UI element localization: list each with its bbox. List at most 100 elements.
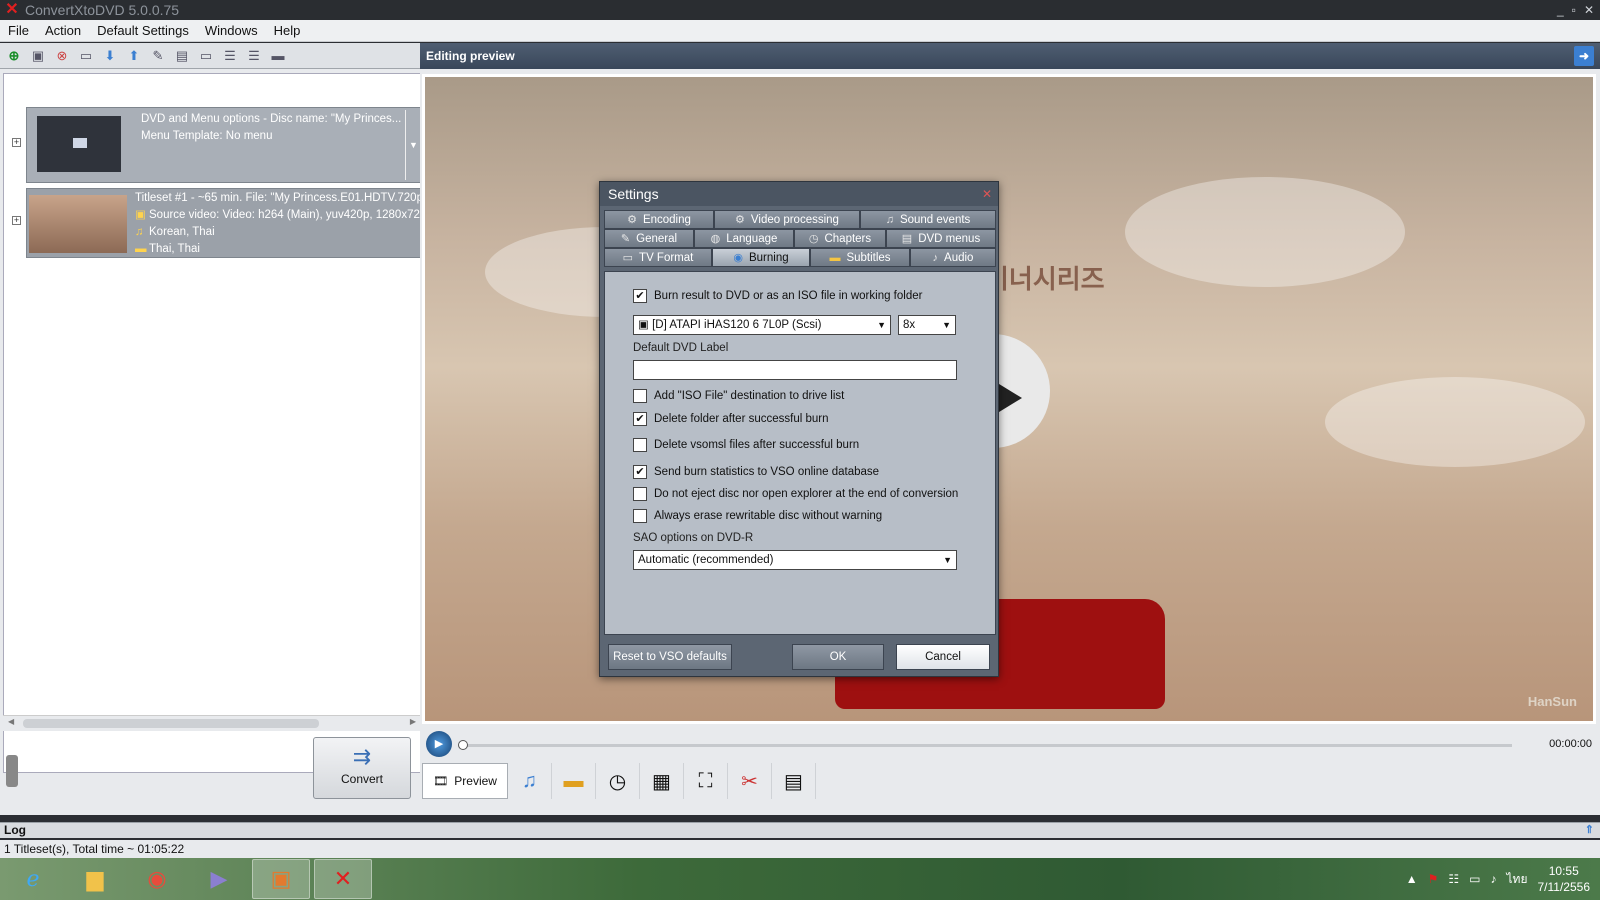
- delete-folder-option[interactable]: ✔ Delete folder after successful burn: [633, 412, 829, 426]
- stats-option[interactable]: ✔ Send burn statistics to VSO online dat…: [633, 465, 879, 479]
- scroll-left-icon[interactable]: ◀: [8, 717, 14, 726]
- close-icon[interactable]: ✕: [982, 182, 992, 206]
- add-icon[interactable]: ⊕: [4, 46, 24, 66]
- horizontal-scrollbar[interactable]: ◀ ▶: [3, 715, 421, 731]
- seek-track[interactable]: [462, 744, 1512, 747]
- delete-vso-checkbox[interactable]: [633, 438, 647, 452]
- tab-general[interactable]: ✎ General: [604, 229, 694, 248]
- tab-language[interactable]: ◍ Language: [694, 229, 794, 248]
- noeject-option[interactable]: Do not eject disc nor open explorer at t…: [633, 487, 958, 501]
- tab-tv-format[interactable]: ▭ TV Format: [604, 248, 712, 267]
- ie-icon[interactable]: ℯ: [4, 859, 62, 899]
- stats-checkbox[interactable]: ✔: [633, 465, 647, 479]
- close-button[interactable]: ✕: [1584, 0, 1594, 20]
- resize-icon[interactable]: ⛶: [684, 763, 728, 799]
- menu-default-settings[interactable]: Default Settings: [89, 23, 197, 38]
- drive-value: [D] ATAPI iHAS120 6 7L0P (Scsi): [652, 319, 822, 331]
- dvd-label-field[interactable]: [633, 360, 957, 380]
- convert-button[interactable]: ⇉ Convert: [313, 737, 411, 799]
- tools-icon[interactable]: ✎: [148, 46, 168, 66]
- filmstrip-icon[interactable]: ▤: [772, 763, 816, 799]
- ok-button[interactable]: OK: [792, 644, 884, 670]
- chevron-up-icon[interactable]: ▲: [1406, 872, 1418, 886]
- dvd-label-caption: Default DVD Label: [633, 342, 729, 354]
- monitor-icon[interactable]: ▭: [196, 46, 216, 66]
- pin-icon[interactable]: ⇑: [1585, 823, 1594, 838]
- subtitle-icon: ▬: [829, 251, 841, 264]
- chapters-icon[interactable]: ▤: [172, 46, 192, 66]
- sao-select[interactable]: Automatic (recommended) ▼: [633, 550, 957, 570]
- monitor-icon[interactable]: ▭: [1469, 872, 1480, 886]
- burn-result-option[interactable]: ✔ Burn result to DVD or as an ISO file i…: [633, 289, 922, 303]
- scroll-thumb[interactable]: [23, 719, 319, 728]
- tab-encoding[interactable]: ⚙ Encoding: [604, 210, 714, 229]
- network-icon[interactable]: ☷: [1448, 872, 1459, 886]
- burning-panel: ✔ Burn result to DVD or as an ISO file i…: [604, 271, 996, 635]
- expand-toggle[interactable]: +: [12, 216, 21, 225]
- view-detail-icon[interactable]: ☰: [244, 46, 264, 66]
- menu-windows[interactable]: Windows: [197, 23, 266, 38]
- move-down-icon[interactable]: ⬇: [100, 46, 120, 66]
- restore-button[interactable]: ▫: [1572, 0, 1576, 20]
- tab-dvd-menus[interactable]: ▤ DVD menus: [886, 229, 996, 248]
- expand-toggle[interactable]: +: [12, 138, 21, 147]
- cancel-button[interactable]: Cancel: [896, 644, 990, 670]
- tab-audio[interactable]: ♪ Audio: [910, 248, 996, 267]
- delete-folder-checkbox[interactable]: ✔: [633, 412, 647, 426]
- speed-select[interactable]: 8x ▼: [898, 315, 956, 335]
- preview-tab[interactable]: 🎞 Preview: [422, 763, 508, 799]
- sao-caption: SAO options on DVD-R: [633, 532, 754, 544]
- save-icon[interactable]: ▣: [28, 46, 48, 66]
- noeject-checkbox[interactable]: [633, 487, 647, 501]
- media-player-icon[interactable]: ▶: [190, 859, 248, 899]
- language-indicator[interactable]: ไทย: [1507, 870, 1528, 889]
- speaker-icon[interactable]: ♪: [1491, 872, 1497, 886]
- menu-action[interactable]: Action: [37, 23, 89, 38]
- play-icon[interactable]: ▶: [426, 731, 452, 757]
- subtitle-icon[interactable]: ▬: [552, 763, 596, 799]
- drive-select[interactable]: ▣ [D] ATAPI iHAS120 6 7L0P (Scsi) ▼: [633, 315, 891, 335]
- folder-icon[interactable]: ▆: [66, 859, 124, 899]
- erase-checkbox[interactable]: [633, 509, 647, 523]
- gift-app-icon[interactable]: ▣: [252, 859, 310, 899]
- iso-checkbox[interactable]: [633, 389, 647, 403]
- chrome-icon[interactable]: ◉: [128, 859, 186, 899]
- seek-handle[interactable]: [458, 740, 468, 750]
- tab-chapters[interactable]: ◷ Chapters: [794, 229, 886, 248]
- dialog-titlebar: Settings ✕: [600, 182, 998, 206]
- scroll-right-icon[interactable]: ▶: [410, 717, 416, 726]
- arrow-right-icon[interactable]: ➜: [1574, 46, 1594, 66]
- tab-subtitles[interactable]: ▬ Subtitles: [810, 248, 910, 267]
- status-text: 1 Titleset(s), Total time ~ 01:05:22: [4, 842, 185, 856]
- stopwatch-icon[interactable]: ◷: [596, 763, 640, 799]
- convertxtodvd-icon[interactable]: ✕: [314, 859, 372, 899]
- delete-vso-option[interactable]: Delete vsomsl files after successful bur…: [633, 438, 859, 452]
- tab-video-processing[interactable]: ⚙ Video processing: [714, 210, 860, 229]
- menu-help[interactable]: Help: [266, 23, 309, 38]
- dvd-menu-node[interactable]: DVD and Menu options - Disc name: "My Pr…: [26, 107, 424, 183]
- burn-result-checkbox[interactable]: ✔: [633, 289, 647, 303]
- clock[interactable]: 10:55 7/11/2556: [1538, 863, 1591, 895]
- erase-option[interactable]: Always erase rewritable disc without war…: [633, 509, 882, 523]
- cloud-shape: [1125, 177, 1405, 287]
- minimize-button[interactable]: _: [1557, 0, 1564, 20]
- split-icon[interactable]: ▭: [76, 46, 96, 66]
- flag-icon[interactable]: ⚑: [1428, 872, 1439, 886]
- image-icon[interactable]: ▦: [640, 763, 684, 799]
- view-list-icon[interactable]: ☰: [220, 46, 240, 66]
- tab-burning[interactable]: ◉ Burning: [712, 248, 810, 267]
- scissors-icon[interactable]: ✂: [728, 763, 772, 799]
- tab-label: Chapters: [824, 232, 872, 245]
- move-up-icon[interactable]: ⬆: [124, 46, 144, 66]
- iso-option[interactable]: Add "ISO File" destination to drive list: [633, 389, 844, 403]
- chevron-down-icon[interactable]: ▼: [405, 110, 421, 180]
- titleset-node[interactable]: Titleset #1 - ~65 min. File: "My Princes…: [26, 188, 425, 258]
- reset-defaults-button[interactable]: Reset to VSO defaults: [608, 644, 732, 670]
- node-title: DVD and Menu options - Disc name: "My Pr…: [141, 113, 401, 125]
- view-compact-icon[interactable]: ▬: [268, 46, 288, 66]
- tab-sound-events[interactable]: ♫ Sound events: [860, 210, 996, 229]
- remove-icon[interactable]: ⊗: [52, 46, 72, 66]
- music-icon[interactable]: ♫: [508, 763, 552, 799]
- taskbar: ℯ ▆ ◉ ▶ ▣ ✕ ▲ ⚑ ☷ ▭ ♪ ไทย 10:55 7/11/255…: [0, 858, 1600, 900]
- menu-file[interactable]: File: [0, 23, 37, 38]
